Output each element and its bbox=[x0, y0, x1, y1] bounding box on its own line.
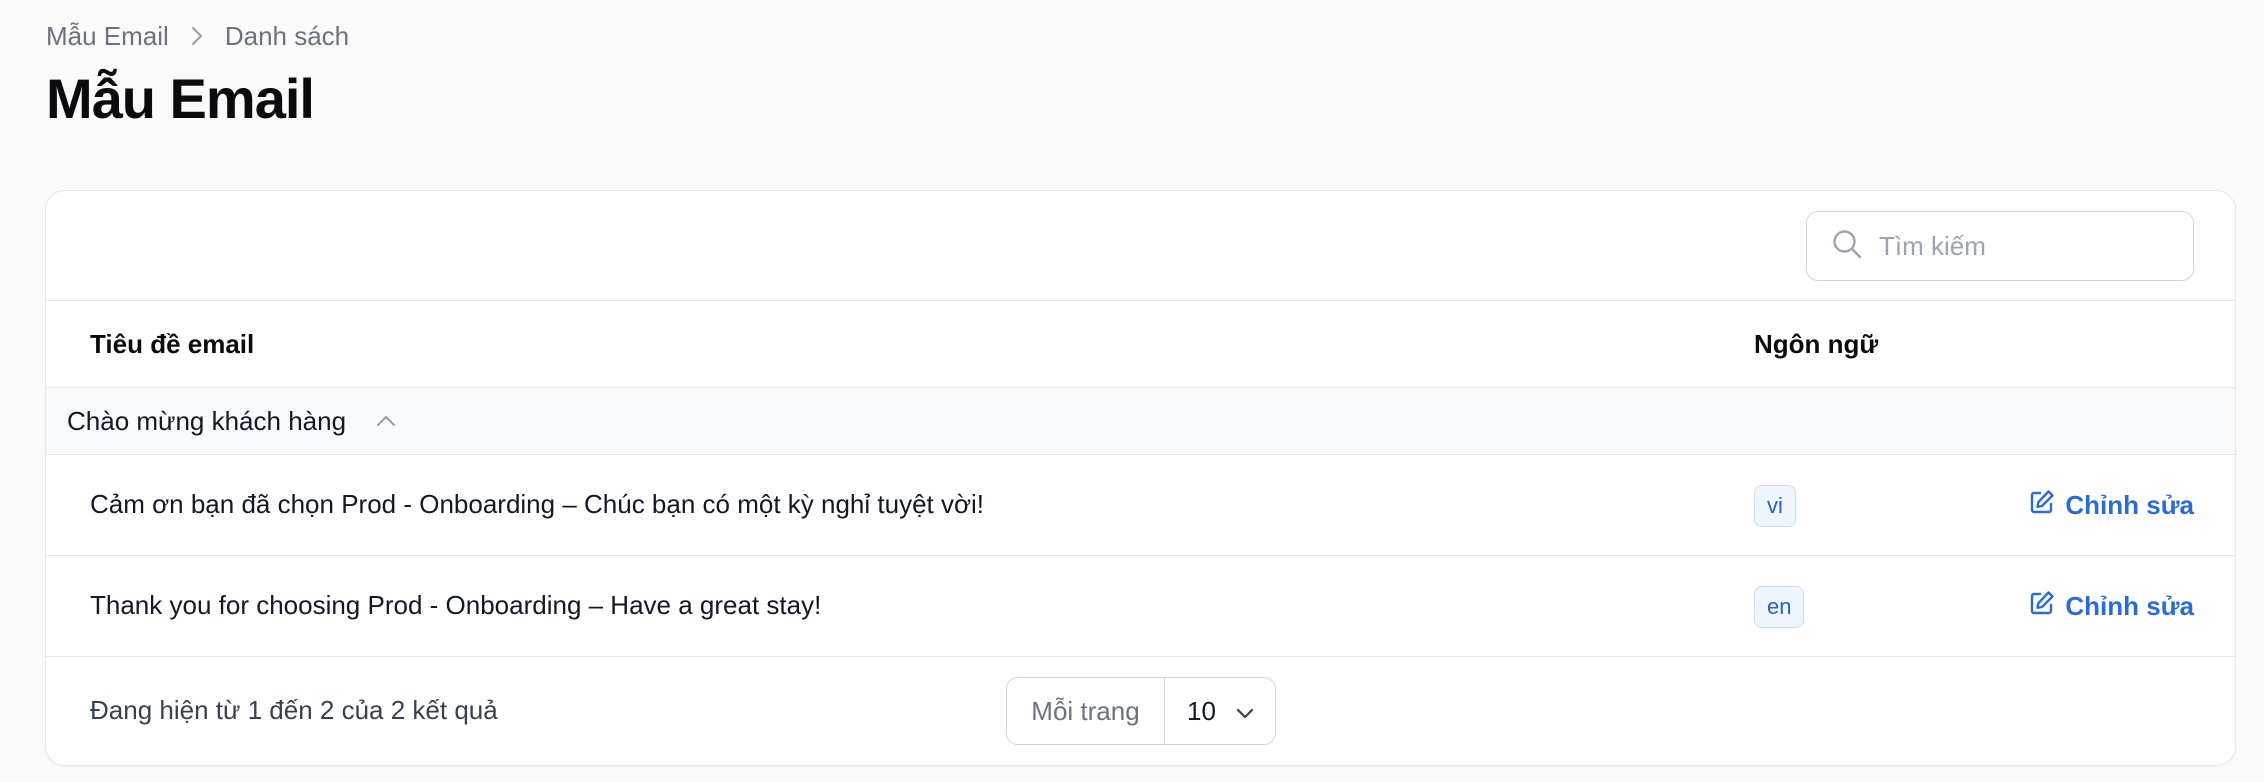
per-page-value: 10 bbox=[1187, 695, 1216, 726]
language-badge: en bbox=[1754, 586, 1805, 628]
edit-icon bbox=[2029, 489, 2055, 522]
table-toolbar bbox=[46, 191, 2235, 301]
table-header: Tiêu đề email Ngôn ngữ bbox=[46, 301, 2235, 388]
breadcrumb-link-email-templates[interactable]: Mẫu Email bbox=[46, 21, 169, 52]
per-page-label: Mỗi trang bbox=[1007, 678, 1165, 744]
per-page-control: Mỗi trang 10 bbox=[1006, 677, 1276, 745]
per-page-select[interactable]: 10 bbox=[1165, 678, 1275, 744]
edit-label: Chỉnh sửa bbox=[2065, 490, 2194, 520]
breadcrumb-current: Danh sách bbox=[224, 20, 350, 51]
table-row: Thank you for choosing Prod - Onboarding… bbox=[46, 556, 2235, 657]
column-header-title[interactable]: Tiêu đề email bbox=[90, 329, 254, 360]
chevron-down-icon bbox=[1235, 696, 1255, 727]
edit-icon bbox=[2029, 590, 2055, 623]
group-label: Chào mừng khách hàng bbox=[67, 405, 347, 436]
group-row-welcome[interactable]: Chào mừng khách hàng bbox=[46, 388, 2235, 455]
search-icon bbox=[1831, 228, 1863, 265]
email-title-cell: Cảm ơn bạn đã chọn Prod - Onboarding – C… bbox=[90, 489, 985, 519]
search-input[interactable] bbox=[1879, 230, 2214, 262]
edit-button[interactable]: Chỉnh sửa bbox=[2029, 489, 2194, 522]
column-header-language[interactable]: Ngôn ngữ bbox=[1754, 329, 1878, 360]
chevron-right-icon bbox=[169, 20, 225, 52]
page: Mẫu Email Danh sách Mẫu Email Tiêu đề em… bbox=[0, 0, 2264, 782]
email-title-cell: Thank you for choosing Prod - Onboarding… bbox=[90, 590, 822, 620]
breadcrumb: Mẫu Email Danh sách bbox=[46, 20, 349, 52]
edit-label: Chỉnh sửa bbox=[2065, 591, 2194, 621]
chevron-up-icon[interactable] bbox=[366, 401, 406, 441]
email-templates-table-card: Tiêu đề email Ngôn ngữ Chào mừng khách h… bbox=[45, 190, 2236, 766]
search-box[interactable] bbox=[1806, 211, 2214, 281]
pagination-summary: Đang hiện từ 1 đến 2 của 2 kết quả bbox=[90, 695, 498, 725]
page-title: Mẫu Email bbox=[46, 67, 315, 130]
edit-button[interactable]: Chỉnh sửa bbox=[2029, 590, 2194, 623]
language-badge: vi bbox=[1754, 485, 1796, 527]
table-footer: Đang hiện từ 1 đến 2 của 2 kết quả Mỗi t… bbox=[46, 657, 2235, 763]
table-row: Cảm ơn bạn đã chọn Prod - Onboarding – C… bbox=[46, 455, 2235, 556]
